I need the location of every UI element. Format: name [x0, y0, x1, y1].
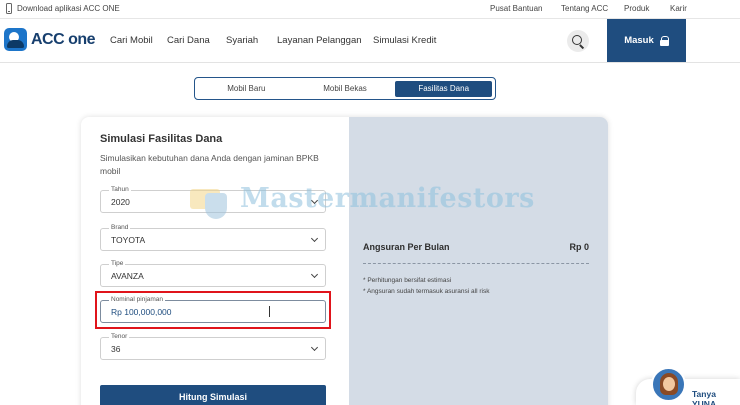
tab-mobil-baru[interactable]: Mobil Baru	[198, 81, 295, 97]
chevron-down-icon	[310, 343, 319, 352]
simulation-card: Simulasi Fasilitas Dana Simulasikan kebu…	[81, 117, 608, 405]
lock-icon	[659, 35, 670, 46]
tahun-label: Tahun	[109, 186, 131, 193]
search-icon[interactable]	[567, 30, 589, 52]
form-description: Simulasikan kebutuhan dana Anda dengan j…	[100, 153, 319, 176]
tipe-value: AVANZA	[111, 271, 144, 281]
tab-fasilitas-dana[interactable]: Fasilitas Dana	[395, 80, 493, 97]
tipe-select[interactable]: Tipe AVANZA	[100, 260, 326, 287]
tahun-value: 2020	[111, 197, 130, 207]
chat-avatar[interactable]	[651, 367, 686, 402]
top-utility-bar: Download aplikasi ACC ONE Pusat Bantuan …	[0, 0, 740, 19]
nav-item-cari-dana[interactable]: Cari Dana	[167, 35, 210, 46]
note-insurance: * Angsuran sudah termasuk asuransi all r…	[363, 288, 490, 295]
download-app-text: Download aplikasi ACC ONE	[17, 4, 120, 13]
top-link-careers[interactable]: Karir	[670, 4, 687, 13]
tenor-value: 36	[111, 344, 121, 354]
acc-logo-icon	[4, 28, 27, 51]
note-estimation: * Perhitungan bersifat estimasi	[363, 277, 452, 284]
result-divider	[363, 263, 589, 264]
top-link-about[interactable]: Tentang ACC	[561, 4, 608, 13]
nominal-pinjaman-input[interactable]: Nominal pinjaman Rp 100,000,000	[100, 296, 326, 323]
acc-logo[interactable]: ACC one	[4, 28, 96, 51]
top-link-help[interactable]: Pusat Bantuan	[490, 4, 542, 13]
main-navbar: ACC one Cari Mobil Cari Dana Syariah Lay…	[0, 19, 740, 63]
watermark: Mastermanifestors	[190, 183, 535, 219]
logo-text: ACC one	[31, 30, 96, 48]
download-app-link[interactable]: Download aplikasi ACC ONE	[6, 3, 120, 14]
angsuran-label: Angsuran Per Bulan	[363, 242, 450, 252]
brand-label: Brand	[109, 224, 131, 231]
login-button[interactable]: Masuk	[607, 19, 686, 62]
nav-item-cari-mobil[interactable]: Cari Mobil	[110, 35, 153, 46]
shield-icon	[205, 193, 227, 219]
chevron-down-icon	[310, 234, 319, 243]
brand-select[interactable]: Brand TOYOTA	[100, 224, 326, 251]
hitung-simulasi-button[interactable]: Hitung Simulasi	[100, 385, 326, 405]
nav-item-simulasi-kredit[interactable]: Simulasi Kredit	[373, 35, 436, 46]
phone-icon	[6, 3, 12, 14]
chevron-down-icon	[310, 270, 319, 279]
nominal-label: Nominal pinjaman	[109, 296, 166, 303]
tab-mobil-bekas[interactable]: Mobil Bekas	[297, 81, 394, 97]
angsuran-value: Rp 0	[569, 242, 589, 252]
tenor-select[interactable]: Tenor 36	[100, 333, 326, 360]
text-cursor	[269, 306, 270, 317]
result-panel: Angsuran Per Bulan Rp 0 * Perhitungan be…	[349, 117, 608, 405]
nominal-value: Rp 100,000,000	[111, 307, 172, 317]
tipe-label: Tipe	[109, 260, 126, 267]
top-link-products[interactable]: Produk	[624, 4, 649, 13]
watermark-text: Mastermanifestors	[240, 183, 535, 214]
nav-item-syariah[interactable]: Syariah	[226, 35, 258, 46]
brand-value: TOYOTA	[111, 235, 146, 245]
login-button-label: Masuk	[624, 35, 654, 46]
form-title: Simulasi Fasilitas Dana	[100, 133, 223, 145]
tenor-label: Tenor	[109, 333, 130, 340]
chat-label: Tanya YUNA	[692, 389, 717, 405]
simulation-tabs: Mobil Baru Mobil Bekas Fasilitas Dana	[194, 77, 496, 100]
nav-item-layanan-pelanggan[interactable]: Layanan Pelanggan	[277, 35, 362, 46]
